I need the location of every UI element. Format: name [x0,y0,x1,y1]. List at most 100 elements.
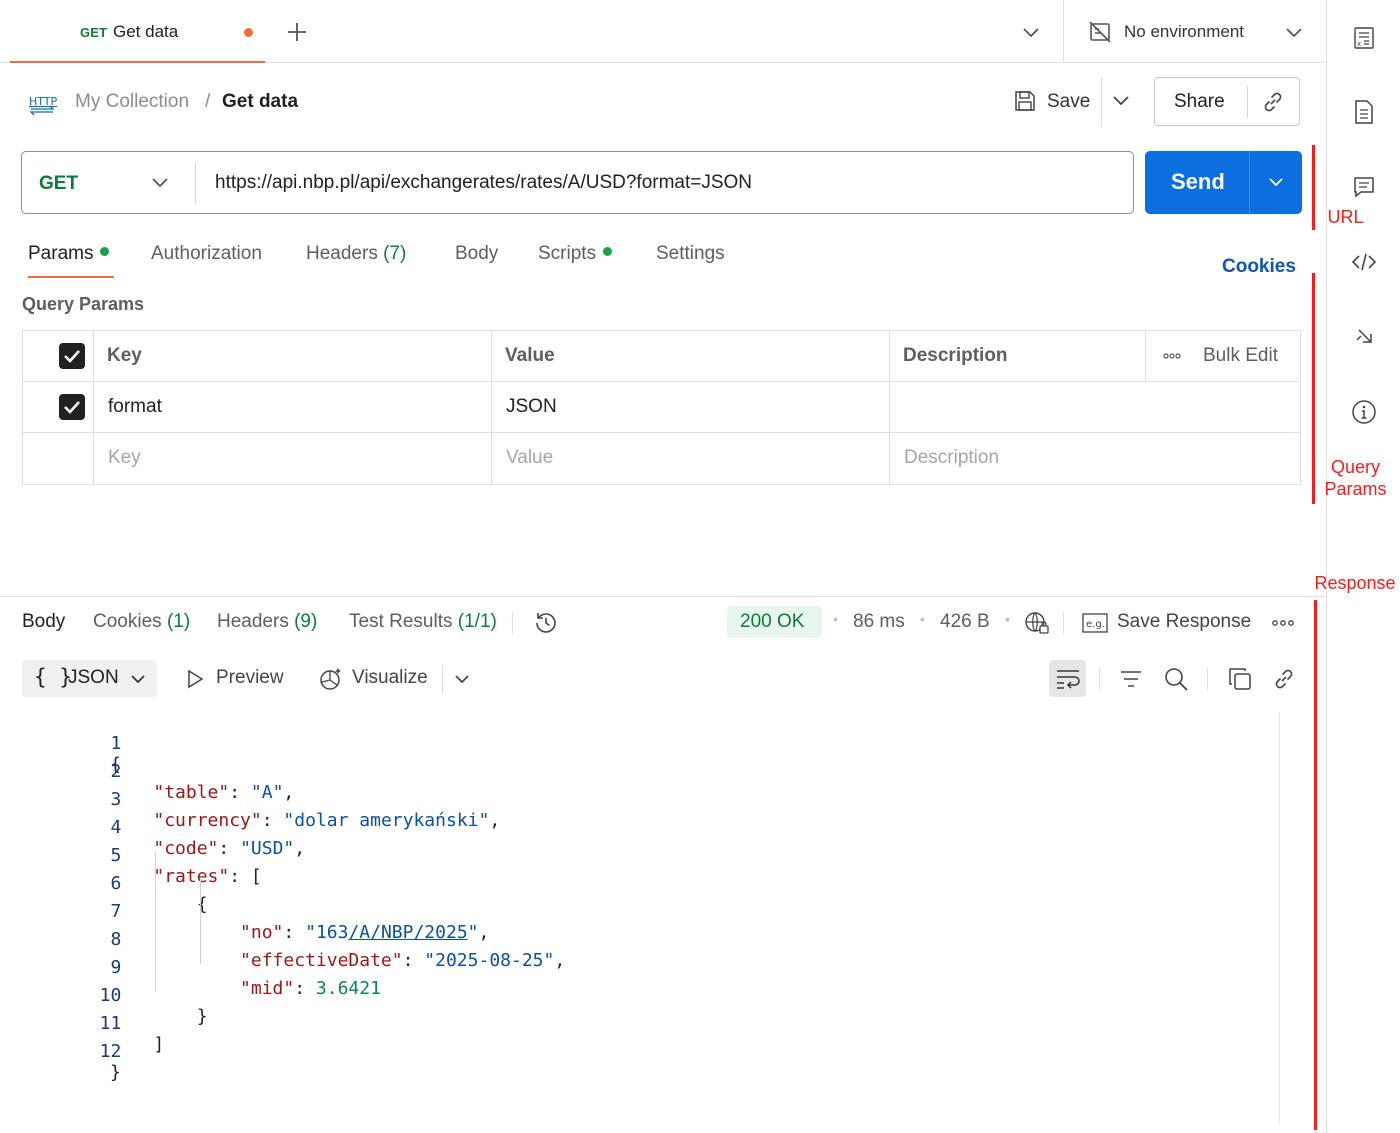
send-options-chevron-icon[interactable] [1264,170,1288,194]
select-all-checkbox[interactable] [59,343,85,369]
copy-icon[interactable] [1226,665,1254,693]
code-line: 7 "no": "163/A/NBP/2025", [0,880,1290,943]
visualize-button[interactable]: Visualize [352,667,428,689]
query-params-table: Key Value Description Bulk Edit format J… [22,330,1301,485]
example-eg-icon[interactable]: e.g. [1082,611,1108,635]
url-annotation-label: URL [1327,207,1364,227]
environment-chevron-icon[interactable] [1281,20,1307,46]
param-enabled-checkbox[interactable] [59,394,85,420]
response-tab-test-results-count: (1/1) [457,611,497,632]
code-line: 5 "rates": [ [0,824,1290,887]
tab-headers-label: Headers [306,243,378,264]
send-button[interactable]: Send [1171,169,1225,195]
tabs-dropdown-chevron-icon[interactable] [1018,20,1044,46]
copy-link-icon[interactable] [1260,89,1286,115]
http-icon: HTTP [27,87,57,117]
method-selector[interactable]: GET [39,173,78,195]
new-param-description-input[interactable]: Description [904,433,999,483]
code-scrollbar-track[interactable] [1279,712,1280,1124]
tab-settings[interactable]: Settings [656,243,725,265]
tab-headers-count: (7) [383,243,407,264]
wrap-lines-icon[interactable] [1049,660,1086,697]
url-input[interactable]: https://api.nbp.pl/api/exchangerates/rat… [215,172,752,194]
link-icon[interactable] [1270,665,1298,693]
active-tab-underline [28,276,114,278]
param-value-cell[interactable]: JSON [506,382,557,432]
column-header-description: Description [903,345,1008,366]
share-separator [1247,86,1248,118]
meta-bullet: • [1005,611,1010,627]
save-separator [1101,77,1102,127]
new-param-key-input[interactable]: Key [108,433,141,483]
visualize-chevron-icon[interactable] [451,668,473,690]
share-button-group[interactable]: Share [1154,77,1300,126]
environment-selector[interactable]: No environment [1124,22,1244,42]
related-collections-icon[interactable] [1350,323,1378,351]
column-divider [491,331,492,484]
request-tab-get-data[interactable]: GET Get data [10,0,265,63]
query-params-title: Query Params [22,294,145,314]
indent-guide [155,852,156,992]
search-icon[interactable] [1162,665,1190,693]
info-icon[interactable] [1350,398,1378,426]
variables-icon[interactable]: x [1350,24,1378,52]
param-key-cell[interactable]: format [108,382,162,432]
send-button-group[interactable]: Send [1145,151,1302,214]
network-globe-lock-icon[interactable] [1023,609,1051,637]
response-annotation-label: Response [1314,573,1396,593]
url-annotation-bar [1312,145,1315,230]
documentation-icon[interactable] [1350,98,1378,126]
save-icon[interactable] [1011,87,1039,115]
environment-separator [1063,0,1064,63]
save-response-button[interactable]: Save Response [1117,611,1251,633]
svg-text:x: x [1357,40,1361,48]
preview-play-icon[interactable] [184,667,206,691]
tab-authorization[interactable]: Authorization [151,243,262,265]
scripts-active-dot-icon [603,247,613,256]
response-tab-cookies[interactable]: Cookies (1) [93,611,190,633]
format-chevron-icon [129,670,147,688]
response-time[interactable]: 86 ms [853,611,905,633]
breadcrumb-collection[interactable]: My Collection [75,91,189,113]
save-button[interactable]: Save [1047,91,1090,113]
response-tab-headers-label: Headers [217,611,289,632]
code-line: 11 ] [0,992,1290,1055]
param-description-cell[interactable] [904,382,1284,432]
meta-bullet: • [920,611,925,627]
tab-headers[interactable]: Headers (7) [306,243,406,265]
comments-icon[interactable] [1350,173,1378,201]
code-snippet-icon[interactable] [1350,248,1378,276]
bulk-edit-button[interactable]: Bulk Edit [1203,331,1278,381]
status-badge[interactable]: 200 OK [727,606,822,638]
share-button[interactable]: Share [1174,91,1225,113]
tab-body[interactable]: Body [455,243,498,265]
response-tab-cookies-label: Cookies [93,611,162,632]
breadcrumb-request-name[interactable]: Get data [222,91,298,113]
new-param-value-input[interactable]: Value [506,433,553,483]
tab-scripts[interactable]: Scripts [538,243,613,265]
response-tab-body[interactable]: Body [22,611,65,633]
code-line: 9 "mid": 3.6421 [0,936,1290,999]
table-row-empty: Key Value Description [23,433,1300,484]
new-tab-plus-icon[interactable] [283,18,311,46]
response-tab-test-results[interactable]: Test Results (1/1) [349,611,497,633]
code-line: 6 { [0,852,1290,915]
preview-button[interactable]: Preview [216,667,284,689]
response-size[interactable]: 426 B [940,611,990,633]
column-divider [93,331,94,484]
response-divider [0,596,1326,597]
column-divider [1145,331,1146,382]
save-options-chevron-icon[interactable] [1108,88,1134,114]
format-selector[interactable]: { } JSON [22,660,157,697]
more-options-icon[interactable] [1160,343,1184,369]
method-chevron-icon[interactable] [148,171,172,195]
cookies-link[interactable]: Cookies [1222,256,1296,278]
response-tab-headers[interactable]: Headers (9) [217,611,317,633]
visualize-icon[interactable] [317,665,345,693]
response-more-options-icon[interactable] [1270,612,1296,634]
history-icon[interactable] [532,609,560,637]
column-header-key: Key [107,345,142,366]
tab-params[interactable]: Params [28,243,110,265]
filter-icon[interactable] [1118,666,1144,692]
code-line: 4 "code": "USD", [0,796,1290,859]
